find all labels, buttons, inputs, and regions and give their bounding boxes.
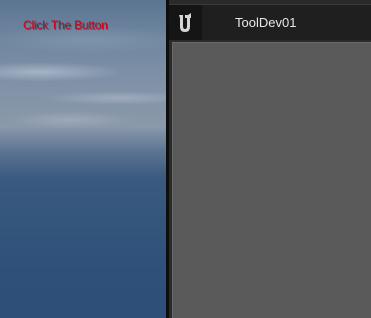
unreal-engine-logo-icon: [169, 5, 201, 40]
tool-content-panel[interactable]: [172, 42, 371, 318]
tab-tooldev01[interactable]: ToolDev01: [202, 5, 371, 40]
tab-label: ToolDev01: [235, 15, 297, 30]
hud-instruction-text: Click The Button: [23, 18, 108, 32]
unreal-logo-glyph: [174, 11, 196, 34]
editor-window: ToolDev01: [169, 0, 371, 318]
game-viewport[interactable]: Click The Button: [0, 0, 166, 318]
window-title-bar[interactable]: ToolDev01: [169, 4, 371, 40]
screen: Click The Button ToolDev01: [0, 0, 371, 318]
